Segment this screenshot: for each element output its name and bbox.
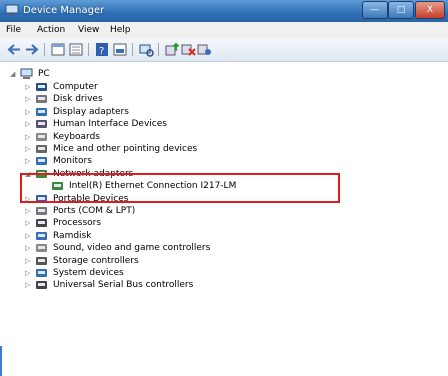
title-bar: Device Manager — □ X <box>0 0 448 22</box>
expand-icon[interactable]: ▷ <box>25 256 33 266</box>
expand-icon[interactable]: ▷ <box>25 280 33 290</box>
expand-icon[interactable]: ▷ <box>25 82 33 92</box>
tree-item-label: Computer <box>53 82 98 92</box>
tree-item-human-interface-devices[interactable]: ▷ Human Interface Devices <box>25 118 326 131</box>
expand-icon[interactable]: ▷ <box>25 144 33 154</box>
help-icon[interactable]: ? <box>94 42 110 57</box>
keyboard-icon <box>36 133 47 141</box>
collapse-icon[interactable]: ◢ <box>10 69 18 79</box>
device-manager-window: Device Manager — □ X File Action View He… <box>0 0 448 376</box>
display-adapter-icon <box>36 108 47 116</box>
toolbar-separator <box>44 43 45 56</box>
system-devices-icon <box>36 269 47 277</box>
processor-icon <box>36 219 47 227</box>
tree-root-label: PC <box>38 69 50 79</box>
tree-item-label: Monitors <box>53 156 92 166</box>
scroll-edge <box>0 346 2 376</box>
show-hidden-icon[interactable] <box>112 42 128 57</box>
forward-icon[interactable] <box>24 42 40 57</box>
tree-item-label: Ramdisk <box>53 231 92 241</box>
menu-help[interactable]: Help <box>110 25 131 35</box>
hid-icon <box>36 120 47 128</box>
expand-icon[interactable]: ▷ <box>25 243 33 253</box>
uninstall-icon[interactable] <box>180 42 196 57</box>
device-view-icon[interactable] <box>68 42 84 57</box>
properties-icon[interactable] <box>50 42 66 57</box>
tree-root[interactable]: ◢ PC <box>0 68 200 81</box>
tree-item-label: Keyboards <box>53 132 100 142</box>
expand-icon[interactable]: ▷ <box>25 231 33 241</box>
tree-item-label: Mice and other pointing devices <box>53 144 198 154</box>
expand-icon[interactable]: ▷ <box>25 119 33 129</box>
tree-item-label: Disk drives <box>53 94 103 104</box>
tree-item-label: Universal Serial Bus controllers <box>53 280 194 290</box>
tree-item-label: System devices <box>53 268 124 278</box>
expand-icon[interactable]: ▷ <box>25 107 33 117</box>
monitor-icon <box>36 157 47 165</box>
close-button[interactable]: X <box>415 1 445 19</box>
tree-item-label: Processors <box>53 218 102 228</box>
toolbar: ? <box>0 39 448 62</box>
menu-file[interactable]: File <box>6 25 21 35</box>
computer-icon <box>5 4 19 15</box>
scan-hardware-icon[interactable] <box>138 42 154 57</box>
enable-device-icon[interactable] <box>196 42 212 57</box>
tree-item-processors[interactable]: ▷ Processors <box>25 217 326 230</box>
tree-item-label: Human Interface Devices <box>53 119 167 129</box>
sound-icon <box>36 244 47 252</box>
tree-item-label: Ports (COM & LPT) <box>53 206 136 216</box>
tree-item-label: Sound, video and game controllers <box>53 243 211 253</box>
toolbar-separator <box>158 43 159 56</box>
svg-text:?: ? <box>99 46 104 57</box>
expand-icon[interactable]: ▷ <box>25 218 33 228</box>
tree-item-usb-controllers[interactable]: ▷ Universal Serial Bus controllers <box>25 279 326 292</box>
menu-action[interactable]: Action <box>37 25 65 35</box>
toolbar-separator <box>88 43 89 56</box>
menu-view[interactable]: View <box>78 25 99 35</box>
mouse-icon <box>36 145 47 153</box>
maximize-button[interactable]: □ <box>388 1 414 19</box>
storage-controller-icon <box>36 257 47 265</box>
tree-item-disk-drives[interactable]: ▷ Disk drives <box>25 93 326 106</box>
update-driver-icon[interactable] <box>164 42 180 57</box>
ramdisk-icon <box>36 232 47 240</box>
back-icon[interactable] <box>6 42 22 57</box>
disk-drive-icon <box>36 95 47 103</box>
expand-icon[interactable]: ▷ <box>25 156 33 166</box>
expand-icon[interactable]: ▷ <box>25 206 33 216</box>
expand-icon[interactable]: ▷ <box>25 132 33 142</box>
highlight-box <box>20 173 340 203</box>
menu-bar: File Action View Help <box>0 22 448 39</box>
computer-icon <box>36 83 47 91</box>
tree-item-sound-video-game[interactable]: ▷ Sound, video and game controllers <box>25 242 326 255</box>
expand-icon[interactable]: ▷ <box>25 268 33 278</box>
tree-item-label: Display adapters <box>53 107 129 117</box>
expand-icon[interactable]: ▷ <box>25 94 33 104</box>
minimize-button[interactable]: — <box>362 1 388 19</box>
computer-icon <box>20 68 33 79</box>
usb-icon <box>36 281 47 289</box>
tree-item-label: Storage controllers <box>53 256 139 266</box>
toolbar-separator <box>132 43 133 56</box>
port-icon <box>36 207 47 215</box>
window-title: Device Manager <box>23 5 105 16</box>
tree-item-monitors[interactable]: ▷ Monitors <box>25 155 326 168</box>
